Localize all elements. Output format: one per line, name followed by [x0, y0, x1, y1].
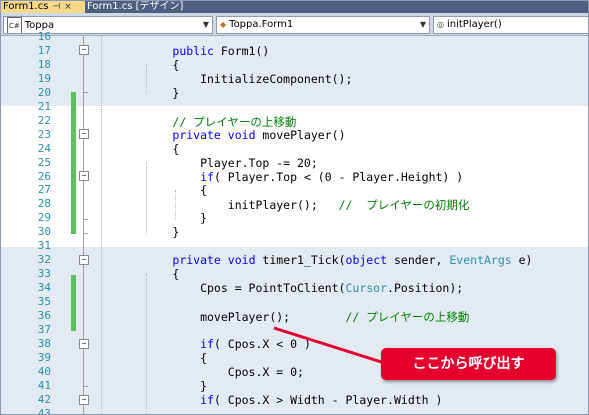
tab-label: Form1.cs: [3, 1, 49, 12]
class-icon: ◆: [220, 20, 227, 29]
tab-form1-designer[interactable]: Form1.cs [デザイン]: [85, 1, 217, 13]
member-name: initPlayer(): [446, 19, 502, 30]
member-dropdown[interactable]: ◎ initPlayer(): [433, 16, 588, 34]
class-name: Toppa.Form1: [229, 19, 294, 30]
pin-icon[interactable]: ⊣: [52, 2, 60, 12]
navigation-bar: C# Toppa ▼ ◆ Toppa.Form1 ▼ ◎ initPlayer(): [1, 13, 588, 36]
tab-label: Form1.cs [デザイン]: [87, 1, 184, 12]
class-dropdown[interactable]: ◆ Toppa.Form1 ▼: [216, 16, 430, 34]
chevron-down-icon[interactable]: ▼: [203, 17, 209, 33]
callout-label: ここから呼び出す: [381, 348, 556, 380]
method-icon: ◎: [437, 20, 444, 29]
close-icon[interactable]: ×: [64, 2, 72, 12]
code-editor-window: Form1.cs ⊣ × Form1.cs [デザイン] C# Toppa ▼ ◆ To…: [0, 0, 589, 415]
document-tab-bar: Form1.cs ⊣ × Form1.cs [デザイン]: [1, 1, 588, 13]
tab-form1-cs[interactable]: Form1.cs ⊣ ×: [1, 1, 85, 13]
chevron-down-icon[interactable]: ▼: [420, 17, 426, 33]
